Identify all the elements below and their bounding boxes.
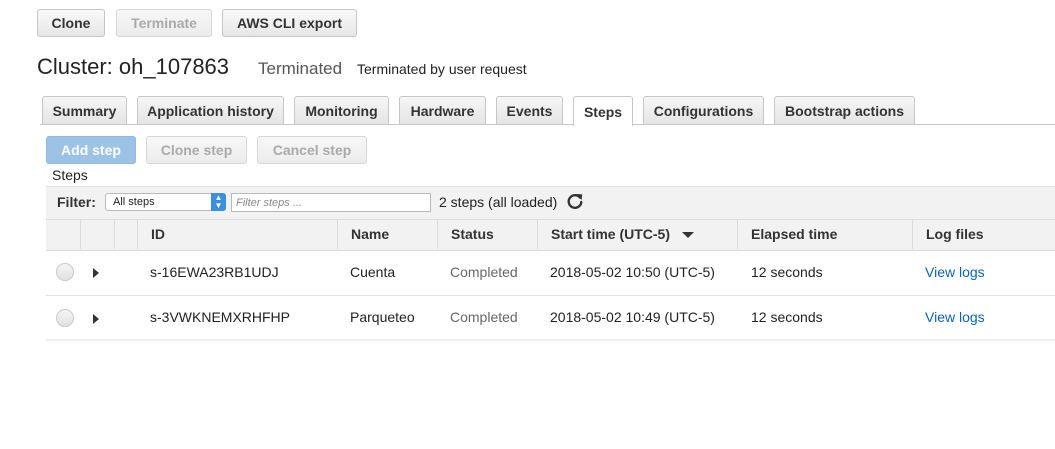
aws-cli-export-button[interactable]: AWS CLI export: [222, 9, 357, 37]
cluster-state: Terminated: [258, 59, 343, 78]
tab-events[interactable]: Events: [496, 96, 563, 125]
column-divider: [737, 219, 738, 249]
tab-bootstrap-actions[interactable]: Bootstrap actions: [774, 96, 915, 125]
view-logs-link[interactable]: View logs: [925, 309, 985, 325]
filter-label: Filter:: [57, 194, 96, 210]
tab-steps[interactable]: Steps: [573, 96, 633, 126]
step-name: Parqueteo: [350, 309, 415, 325]
column-divider: [437, 219, 438, 249]
tab-divider: [40, 124, 1055, 125]
column-divider: [337, 219, 338, 249]
column-divider: [80, 219, 81, 249]
steps-count: 2 steps (all loaded): [439, 194, 558, 210]
column-header-start-time[interactable]: Start time (UTC-5): [551, 226, 694, 242]
step-id: s-16EWA23RB1UDJ: [150, 264, 279, 280]
column-header-id[interactable]: ID: [151, 226, 165, 242]
expand-row-icon[interactable]: [93, 268, 99, 278]
filter-select-value: All steps: [113, 196, 155, 208]
filter-steps-input[interactable]: [231, 193, 431, 212]
terminate-button[interactable]: Terminate: [116, 9, 212, 37]
tab-configurations[interactable]: Configurations: [643, 96, 764, 125]
column-divider: [114, 219, 115, 249]
clone-cluster-button[interactable]: Clone: [37, 9, 105, 37]
refresh-icon[interactable]: [566, 192, 584, 210]
step-name: Cuenta: [350, 264, 396, 280]
step-status: Completed: [450, 264, 518, 280]
cluster-title: Cluster: oh_107863: [37, 54, 230, 79]
column-header-name[interactable]: Name: [351, 226, 389, 242]
step-status: Completed: [450, 309, 518, 325]
cluster-state-reason: Terminated by user request: [357, 61, 527, 77]
step-elapsed-time: 12 seconds: [751, 264, 823, 280]
expand-row-icon[interactable]: [93, 314, 99, 324]
step-elapsed-time: 12 seconds: [751, 309, 823, 325]
step-start-time: 2018-05-02 10:50 (UTC-5): [550, 264, 715, 280]
filter-select[interactable]: All steps ▲ ▼: [105, 193, 226, 211]
table-bottom-shadow: [46, 339, 1055, 342]
tab-summary[interactable]: Summary: [42, 96, 127, 125]
sort-descending-icon[interactable]: [681, 232, 694, 239]
column-divider: [912, 219, 913, 249]
view-logs-link[interactable]: View logs: [925, 264, 985, 280]
row-select-radio[interactable]: [56, 263, 74, 281]
steps-section-label: Steps: [52, 167, 88, 183]
tab-monitoring[interactable]: Monitoring: [294, 96, 389, 125]
add-step-button[interactable]: Add step: [46, 136, 136, 164]
step-start-time: 2018-05-02 10:49 (UTC-5): [550, 309, 715, 325]
column-divider: [137, 219, 138, 249]
column-header-start-time-label: Start time (UTC-5): [551, 226, 671, 242]
tab-application-history[interactable]: Application history: [137, 96, 284, 125]
clone-step-button[interactable]: Clone step: [146, 136, 247, 164]
column-header-elapsed-time[interactable]: Elapsed time: [751, 226, 837, 242]
column-divider: [537, 219, 538, 249]
cancel-step-button[interactable]: Cancel step: [257, 136, 367, 164]
step-id: s-3VWKNEMXRHFHP: [150, 309, 291, 325]
row-select-radio[interactable]: [56, 309, 74, 327]
tab-hardware[interactable]: Hardware: [399, 96, 486, 125]
column-header-log-files[interactable]: Log files: [926, 226, 984, 242]
select-arrows-icon: ▲ ▼: [211, 193, 226, 211]
column-header-status[interactable]: Status: [451, 226, 494, 242]
